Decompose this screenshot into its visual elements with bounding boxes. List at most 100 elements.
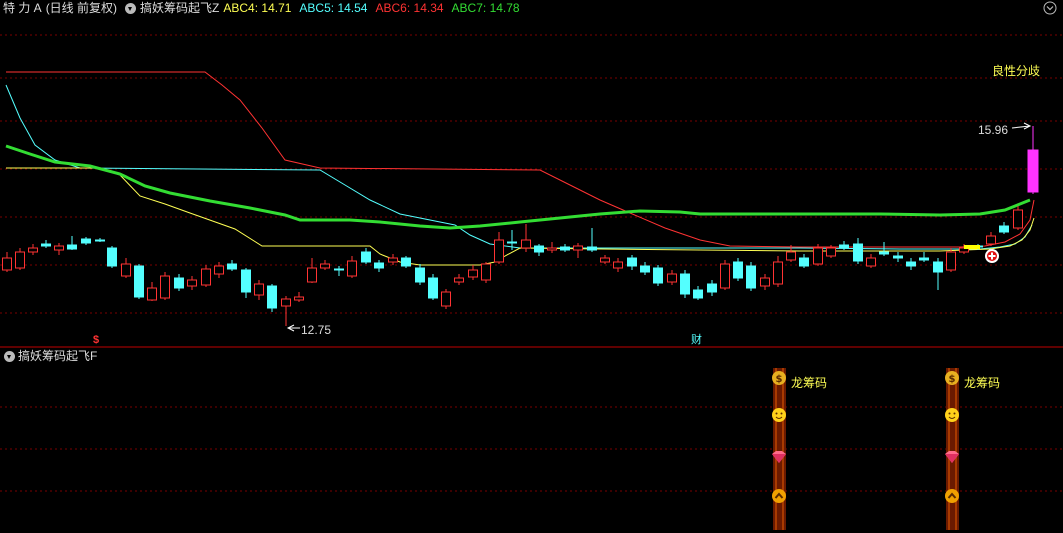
candle-body (174, 277, 184, 289)
candle-body (428, 277, 438, 299)
smile-icon (772, 408, 786, 422)
candle-body (388, 257, 398, 263)
abc4-label: ABC4: (223, 1, 259, 15)
high-price-label: 15.96 (978, 123, 1008, 137)
low-marker (286, 324, 300, 332)
money-bag-icon: $ (945, 371, 959, 385)
abc7-value: 14.78 (489, 1, 520, 15)
candle-body (906, 261, 916, 267)
candle-body (494, 239, 504, 263)
svg-text:$: $ (949, 374, 956, 385)
triangle-down-icon[interactable] (125, 3, 137, 15)
chevron-down-icon[interactable] (1043, 1, 1057, 15)
candle-body (507, 241, 517, 244)
abc7-label: ABC7: (451, 1, 487, 15)
candle-body (254, 283, 264, 296)
abc6-label: ABC6: (375, 1, 411, 15)
candle-body (786, 251, 796, 261)
dragon-column-2 (946, 368, 959, 530)
candle-body (41, 243, 51, 247)
column-label-2: 龙筹码 (964, 376, 1000, 390)
candle-body (760, 277, 770, 287)
candle-body (667, 273, 677, 283)
up-arrow-icon (772, 489, 786, 503)
signal-label: 良性分歧 (992, 63, 1040, 78)
candle-body (627, 257, 637, 267)
candle-body (134, 265, 144, 298)
candle-body (307, 267, 317, 283)
candle-body (107, 247, 117, 267)
candle-body (707, 283, 717, 293)
candle-body (54, 245, 64, 251)
stock-name[interactable]: 特 力 A (3, 1, 42, 15)
candle-body (799, 257, 809, 267)
candle-body (187, 279, 197, 287)
candle-body (361, 251, 371, 263)
candle-body (227, 263, 237, 270)
candle-body (281, 298, 291, 307)
candle-body (986, 235, 996, 245)
candle-body (121, 263, 131, 277)
candle-body (773, 261, 783, 285)
triangle-down-icon[interactable] (4, 351, 15, 363)
candle-body (826, 247, 836, 257)
candle-body (241, 269, 251, 293)
candle-body (334, 268, 344, 271)
candle-body (481, 263, 491, 281)
abc5-legend: ABC5: 14.54 (299, 1, 371, 15)
cai-marker: 财 (691, 332, 702, 346)
candle-body (839, 244, 849, 249)
smile-icon (945, 408, 959, 422)
candle-body (67, 244, 77, 250)
grid-lines (0, 34, 1063, 492)
candle-body (320, 263, 330, 269)
candle-body (999, 225, 1009, 233)
candle-body (2, 257, 12, 271)
candle-body (573, 245, 583, 251)
high-marker (1011, 122, 1034, 150)
plus-circle-icon[interactable] (985, 249, 999, 263)
candle-body (201, 268, 211, 286)
candle-body (160, 275, 170, 299)
candle-body (640, 265, 650, 273)
candle-body (560, 246, 570, 251)
abc5-value: 14.54 (337, 1, 368, 15)
candle-body (746, 265, 756, 289)
indicator-name[interactable]: 搞妖筹码起飞Z (140, 1, 219, 15)
candle-body (28, 247, 38, 253)
candle-body (866, 257, 876, 267)
column-label-1: 龙筹码 (791, 376, 827, 390)
candle-body (374, 262, 384, 269)
abc6-value: 14.34 (413, 1, 444, 15)
abc5-line (5, 84, 1033, 250)
sub-header: 搞妖筹码起飞F (0, 348, 97, 364)
chart-canvas[interactable]: $ $ 良性分歧 15.96 12.75 $ 财 龙筹码 龙筹码 (0, 0, 1063, 533)
abc4-legend: ABC4: 14.71 (223, 1, 295, 15)
candle-body (853, 243, 863, 262)
candle-body (933, 261, 943, 273)
candle-body (893, 255, 903, 259)
candle-body (693, 289, 703, 299)
candle-body (879, 251, 889, 255)
candle-body (1013, 209, 1023, 229)
svg-text:$: $ (776, 374, 783, 385)
candle-body (81, 238, 91, 244)
dollar-marker: $ (93, 334, 99, 346)
period-label[interactable]: (日线 前复权) (46, 1, 117, 15)
candle-body (534, 245, 544, 253)
candle-body (653, 267, 663, 284)
candle-body (454, 277, 464, 283)
candle-body (720, 263, 730, 289)
candle-body (587, 246, 597, 251)
dragon-column-1 (773, 368, 786, 530)
abc6-legend: ABC6: 14.34 (375, 1, 447, 15)
candle-body (468, 269, 478, 278)
candle-body (147, 287, 157, 301)
candle-body (733, 261, 743, 279)
up-arrow-icon (945, 489, 959, 503)
candle-body (347, 260, 357, 277)
abc7-legend: ABC7: 14.78 (452, 1, 524, 15)
money-bag-icon: $ (772, 371, 786, 385)
sub-indicator-name[interactable]: 搞妖筹码起飞F (18, 349, 97, 363)
low-price-label: 12.75 (301, 323, 331, 337)
